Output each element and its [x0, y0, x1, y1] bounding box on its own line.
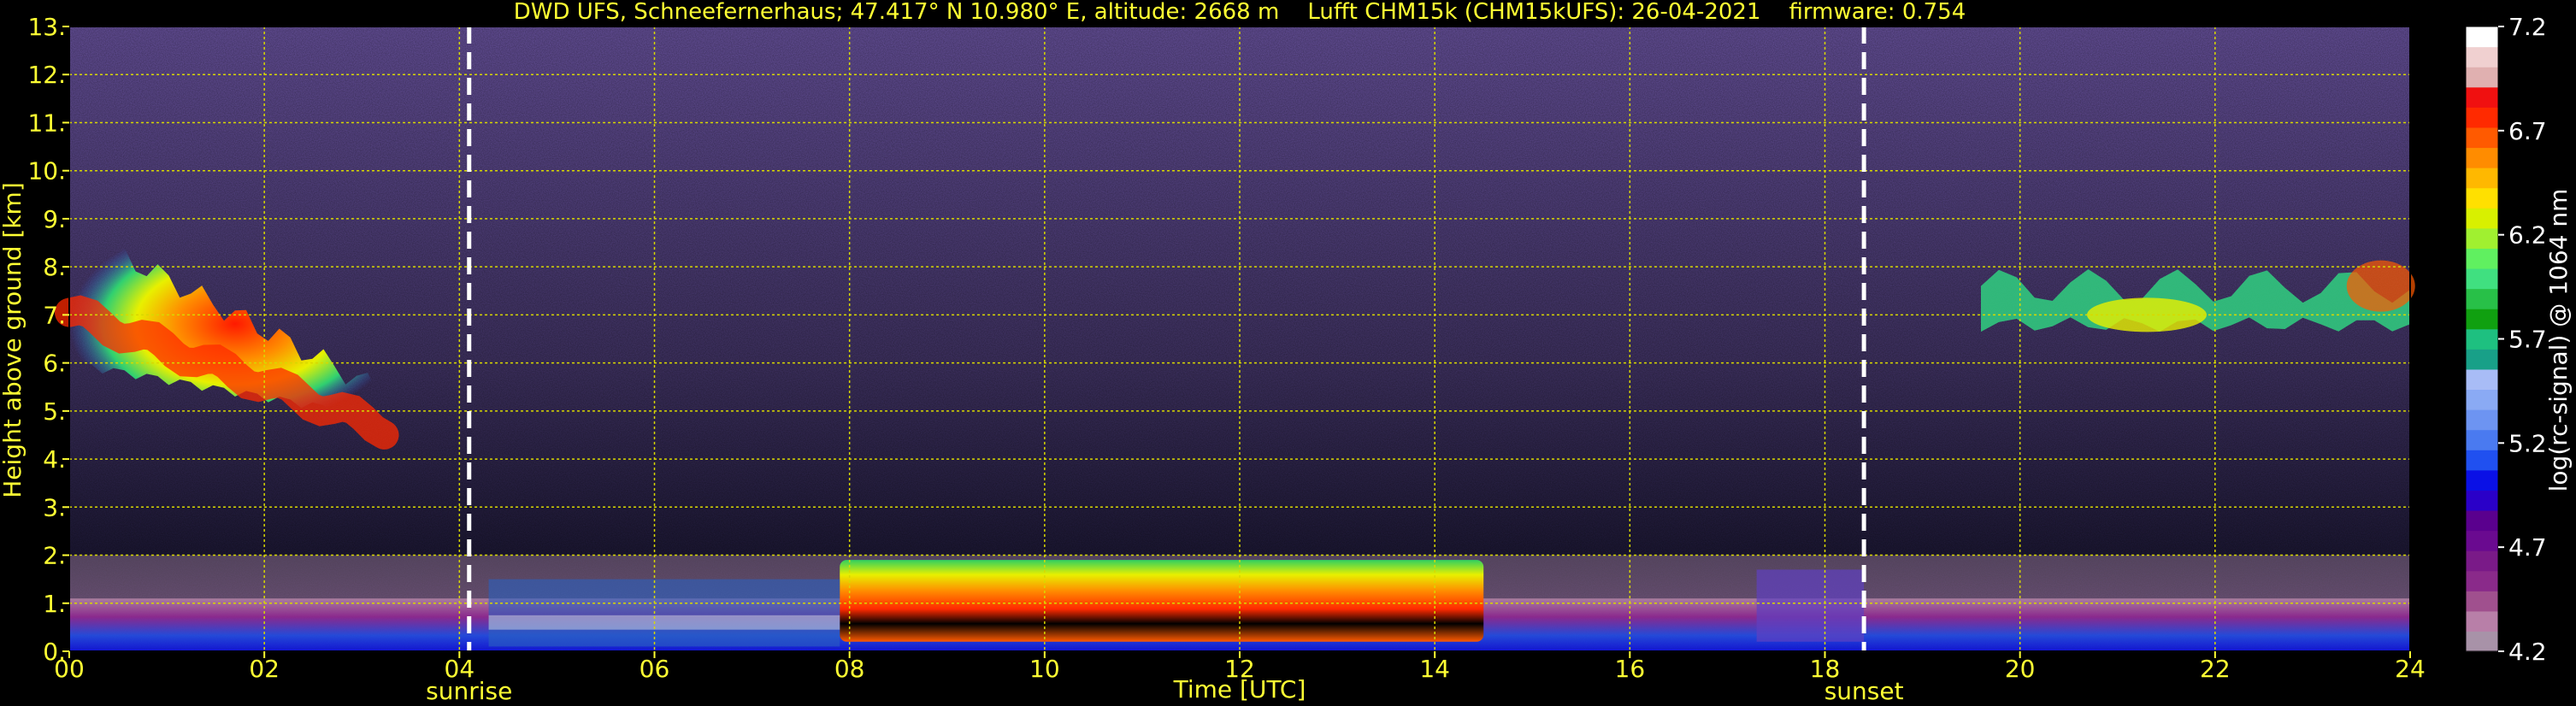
colorbar-segment — [2466, 126, 2498, 149]
colorbar-segment — [2466, 550, 2498, 572]
colorbar-segment — [2466, 268, 2498, 290]
y-axis-label: Height above ground [km] — [0, 182, 27, 498]
colorbar-segment — [2466, 248, 2498, 269]
colorbar-segment — [2466, 86, 2498, 108]
ceilometer-chart: 00 02 04 06 08 10 12 14 16 18 20 22 240.1.2.3.4.5.6.… — [0, 0, 2573, 705]
x-tick-label: 10 — [1029, 655, 1060, 683]
y-tick-label: 3. — [43, 493, 66, 521]
colorbar-segment — [2466, 530, 2498, 551]
y-tick-label: 7. — [43, 301, 66, 329]
x-tick-label: 06 — [640, 655, 670, 683]
x-tick-label: 24 — [2395, 655, 2426, 683]
morning-transition-layer — [488, 579, 840, 647]
y-tick-label: 9. — [43, 205, 66, 233]
y-tick-label: 6. — [43, 350, 66, 378]
colorbar-segment — [2466, 368, 2498, 391]
colorbar-segment — [2466, 570, 2498, 591]
boundary-layer — [840, 560, 1484, 642]
colorbar-segment — [2466, 389, 2498, 410]
colorbar-segment — [2466, 46, 2498, 68]
colorbar-tick-label: 4.7 — [2508, 533, 2547, 562]
colorbar-segment — [2466, 107, 2498, 128]
sunrise-label: sunrise — [426, 677, 512, 705]
colorbar-segment — [2466, 309, 2498, 330]
y-tick-label: 13. — [27, 13, 66, 41]
y-tick-label: 11. — [27, 109, 66, 137]
colorbar-segment — [2466, 509, 2498, 532]
evening-layer — [1756, 569, 1865, 642]
x-tick-label: 14 — [1419, 655, 1450, 683]
colorbar-tick-label: 6.2 — [2508, 221, 2547, 250]
y-tick-label: 0. — [43, 638, 66, 666]
chart-title: DWD UFS, Schneefernerhaus; 47.417° N 10.… — [514, 0, 1966, 25]
morning-aerosol-band — [488, 615, 840, 630]
y-tick-label: 4. — [43, 445, 66, 474]
sunset-label: sunset — [1824, 677, 1904, 705]
x-tick-label: 16 — [1615, 655, 1646, 683]
x-tick-label: 22 — [2200, 655, 2231, 683]
colorbar-segment — [2466, 26, 2498, 48]
cloud-core-evening-late — [2346, 260, 2415, 312]
x-axis-label: Time [UTC] — [1173, 675, 1306, 703]
y-tick-label: 1. — [43, 590, 66, 618]
colorbar-segment — [2466, 490, 2498, 511]
colorbar-segment — [2466, 469, 2498, 491]
colorbar-segment — [2466, 187, 2498, 209]
y-tick-label: 5. — [43, 397, 66, 426]
y-tick-label: 2. — [43, 542, 66, 570]
colorbar-segment — [2466, 168, 2498, 189]
colorbar-segment — [2466, 429, 2498, 450]
colorbar-segment — [2466, 591, 2498, 612]
x-tick-label: 20 — [2005, 655, 2036, 683]
colorbar-tick-label: 7.2 — [2508, 13, 2547, 41]
colorbar-tick-label: 5.2 — [2508, 429, 2547, 457]
colorbar-tick-label: 5.7 — [2508, 326, 2547, 354]
colorbar-segment — [2466, 208, 2498, 229]
colorbar-label: log(rc-signal) @ 1064 nm — [2544, 189, 2573, 492]
colorbar-segment — [2466, 328, 2498, 350]
colorbar-segment — [2466, 67, 2498, 88]
colorbar: 4.2 4.7 5.2 5.7 6.2 6.7 7.2 — [2465, 13, 2547, 666]
colorbar-segment — [2466, 409, 2498, 431]
colorbar-tick-label: 4.2 — [2508, 638, 2547, 666]
x-tick-label: 08 — [834, 655, 865, 683]
colorbar-segment — [2466, 227, 2498, 249]
colorbar-segment — [2466, 631, 2498, 652]
y-tick-label: 12. — [27, 61, 66, 89]
y-tick-label: 8. — [43, 253, 66, 281]
colorbar-segment — [2466, 349, 2498, 370]
colorbar-segment — [2466, 450, 2498, 471]
colorbar-segment — [2466, 610, 2498, 632]
colorbar-tick-label: 6.7 — [2508, 117, 2547, 145]
colorbar-segment — [2466, 147, 2498, 168]
y-tick-label: 10. — [27, 157, 66, 185]
plot-area — [55, 26, 2415, 652]
x-tick-label: 02 — [249, 655, 280, 683]
colorbar-segment — [2466, 288, 2498, 309]
